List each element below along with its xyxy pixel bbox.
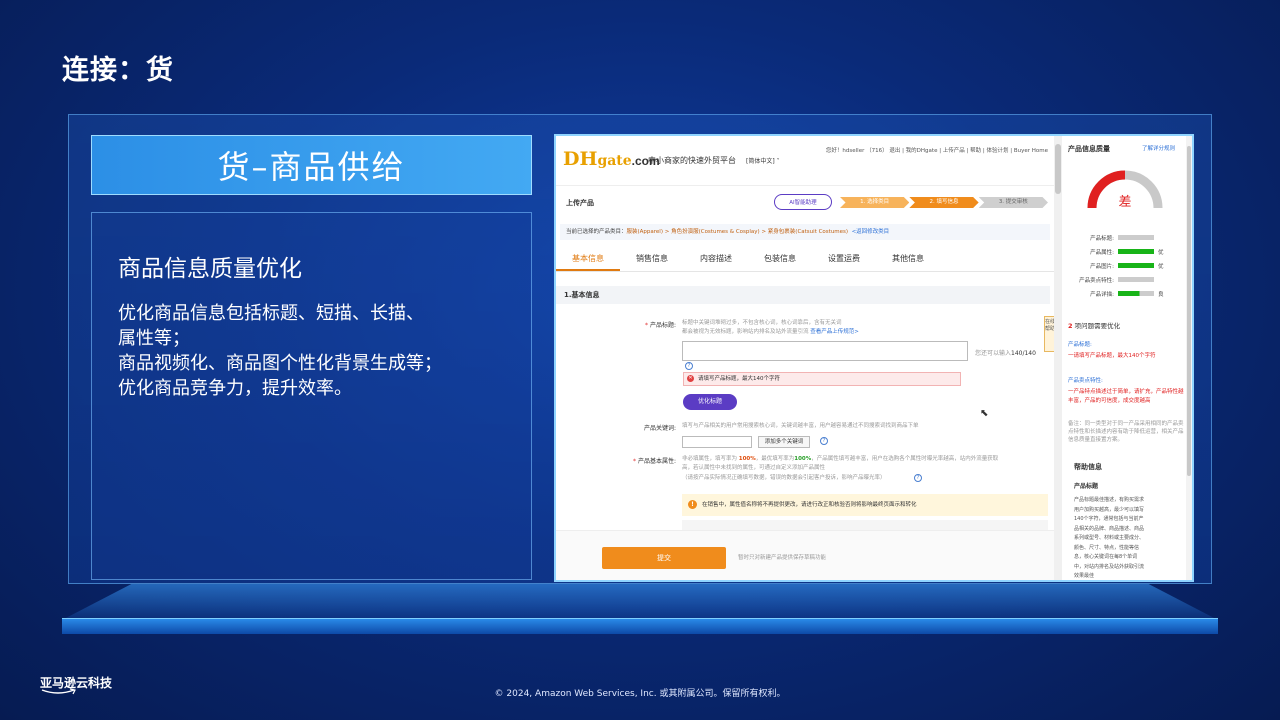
upload-title: 上传产品 — [566, 199, 594, 207]
title-error-message: 请填写产品标题，最大140个字符 — [683, 372, 961, 386]
form-tabs: 基本信息 销售信息 内容描述 包装信息 设置运费 其他信息 — [556, 248, 1054, 272]
metric-bar — [1118, 249, 1154, 254]
tab-other[interactable]: 其他信息 — [876, 248, 940, 271]
metric-value: 优 — [1158, 250, 1164, 256]
progress-steps: 1. 选择类目 2. 填写信息 3. 提交审核 — [840, 197, 1048, 208]
quality-grade: 差 — [1118, 195, 1131, 210]
tab-packaging[interactable]: 包装信息 — [748, 248, 812, 271]
issue-heading: 产品标题: — [1068, 342, 1092, 348]
attributes-hint: 非必填属性，填写率为 100%，最优填写率为100%，产品属性填写越丰富，用户在… — [682, 456, 999, 462]
metric-bar — [1118, 263, 1154, 268]
help-icon[interactable]: ? — [914, 474, 922, 482]
info-line: 商品视频化、商品图个性化背景生成等； — [118, 353, 442, 374]
title-label: * 产品标题: — [645, 322, 676, 329]
title-textarea[interactable] — [682, 341, 968, 361]
metric-label: 产品标题: — [1090, 236, 1114, 242]
metric-bar — [1118, 277, 1154, 282]
upload-rules-link[interactable]: 查看产品上传规范> — [810, 329, 859, 335]
category-breadcrumb: 当前已选择的产品类目：服装(Apparel) > 角色扮演服(Costumes … — [560, 224, 1050, 240]
metric-value: 优 — [1158, 264, 1164, 270]
submit-note: 暂时只对新建产品提供保存草稿功能 — [738, 555, 827, 561]
category-path-link[interactable]: 服装(Apparel) > 角色扮演服(Costumes & Cosplay) … — [627, 229, 849, 235]
title-hint: 标题中关键词堆砌过多，不包含核心词，核心词靠后，含有无关词 — [682, 320, 842, 326]
info-box: 商品信息质量优化 优化商品信息包括标题、短描、长描、 属性等； 商品视频化、商品… — [91, 212, 532, 580]
metric-label: 产品属性: — [1090, 250, 1114, 256]
keyword-input[interactable] — [682, 436, 752, 448]
top-links[interactable]: 您好！hdseller （716） 退出 | 我的DHgate | 上传产品 |… — [826, 146, 1048, 154]
form-scrollbar[interactable] — [1054, 136, 1062, 580]
app-screenshot: DHgate.com 中小商家的快速外贸平台 [简体中文] ˅ 您好！hdsel… — [554, 134, 1194, 582]
stage-floor-edge — [62, 618, 1218, 634]
slide-title: 连接：货 — [62, 55, 174, 86]
info-line: 优化商品竞争力，提升效率。 — [118, 378, 352, 399]
attribute-table-placeholder — [682, 520, 1048, 530]
language-select[interactable]: [简体中文] ˅ — [746, 156, 780, 165]
help-title: 帮助信息 — [1074, 463, 1102, 471]
keyword-hint: 填写与产品相关的用户常用搜索核心词，关键词越丰富，用户越容易通过不同搜索词找到商… — [682, 423, 919, 429]
step-select-category: 1. 选择类目 — [840, 197, 910, 208]
quality-note: 备注：同一类型对于同一产品采用相同的产品卖点特性和长描述内容有助于降低运营，相关… — [1068, 421, 1184, 443]
upload-header: 上传产品 AI智能助理 1. 选择类目 2. 填写信息 3. 提交审核 — [556, 192, 1054, 212]
metric-value: 良 — [1158, 292, 1164, 298]
upload-form-area: DHgate.com 中小商家的快速外贸平台 [简体中文] ˅ 您好！hdsel… — [556, 136, 1056, 580]
info-heading: 商品信息质量优化 — [118, 256, 302, 282]
keyword-label: 产品关键词: — [643, 425, 676, 432]
metric-label: 产品图片: — [1090, 264, 1114, 270]
mouse-cursor-icon: ⬉ — [980, 408, 989, 419]
submit-bar: 提交 暂时只对新建产品提供保存草稿功能 — [556, 530, 1054, 580]
help-subtitle: 产品标题 — [1074, 483, 1099, 490]
hero-title: 货–商品供给 — [91, 135, 532, 195]
change-category-link[interactable]: <返回修改类目 — [852, 229, 890, 235]
attributes-hint: 高，若认属性中未找到的属性，可通过自定义添加产品属性 — [682, 465, 826, 471]
quality-scrollbar[interactable] — [1186, 136, 1192, 580]
app-header: DHgate.com 中小商家的快速外贸平台 [简体中文] ˅ 您好！hdsel… — [556, 136, 1054, 186]
optimize-title-button[interactable]: 优化标题 — [683, 394, 737, 410]
tab-shipping[interactable]: 设置运费 — [812, 248, 876, 271]
help-icon[interactable]: ? — [685, 362, 693, 370]
quality-title: 产品信息质量 — [1068, 145, 1110, 153]
add-keywords-button[interactable]: 添加多个关键词 — [758, 436, 810, 448]
tab-sales-info[interactable]: 销售信息 — [620, 248, 684, 271]
issue-heading: 产品卖点特性: — [1068, 378, 1103, 384]
attributes-hint: （请按产品实际情况正确填写数据，错误的数据会引起客户投诉，影响产品曝光率） — [682, 475, 886, 481]
attributes-label: * 产品基本属性: — [633, 458, 676, 465]
title-hint: 都会被视为无效标题，影响站内排名及站外流量引流 查看产品上传规范> — [682, 329, 859, 335]
issues-summary: 2 项问题需要优化 — [1068, 322, 1121, 330]
help-text: 产品标题最佳描述，有购买需求用户加购买越高，最少可以填写140个字符，通常包括与… — [1074, 497, 1145, 579]
metric-bar — [1118, 235, 1154, 240]
tab-basic-info[interactable]: 基本信息 — [556, 248, 620, 271]
metric-label: 产品卖点特性: — [1079, 278, 1114, 284]
attribute-notice: 在销售中，属性值名称将不再提供更改，请进行改正和核验否则将影响最终页面示和转化 — [682, 494, 1048, 516]
info-line: 优化商品信息包括标题、短描、长描、 — [118, 303, 424, 324]
dhgate-logo[interactable]: DHgate.com — [563, 148, 660, 170]
info-line: 属性等； — [118, 328, 190, 349]
section-title: 1.基本信息 — [556, 286, 1050, 304]
help-icon[interactable]: ? — [820, 437, 828, 445]
quality-panel: 产品信息质量 了解详分规则 差 产品标题: 产品属性: 优 产品图片: 优 产品… — [1062, 136, 1192, 580]
issue-text: 一请填写产品标题，最大140个字符 — [1068, 353, 1156, 359]
copyright: © 2024, Amazon Web Services, Inc. 或其附属公司… — [494, 689, 786, 699]
metric-label: 产品详描: — [1090, 292, 1114, 298]
submit-button[interactable]: 提交 — [602, 547, 726, 569]
platform-slogan: 中小商家的快速外贸平台 — [648, 156, 736, 165]
step-fill-info: 2. 填写信息 — [909, 197, 979, 208]
step-submit-review: 3. 提交审核 — [978, 197, 1048, 208]
metric-bar — [1118, 291, 1154, 296]
tab-description[interactable]: 内容描述 — [684, 248, 748, 271]
scoring-rules-link[interactable]: 了解详分规则 — [1142, 144, 1175, 152]
issue-text: 一产品特点描述过于简单，请扩充，产品特性越丰富，产品的可信度，成交度越高 — [1068, 389, 1184, 404]
ai-assistant-button[interactable]: AI智能助理 — [774, 194, 832, 210]
stage-floor — [62, 584, 1218, 620]
quality-gauge: 差 — [1087, 170, 1163, 210]
title-char-counter: 您还可以输入140/140 — [975, 350, 1036, 357]
